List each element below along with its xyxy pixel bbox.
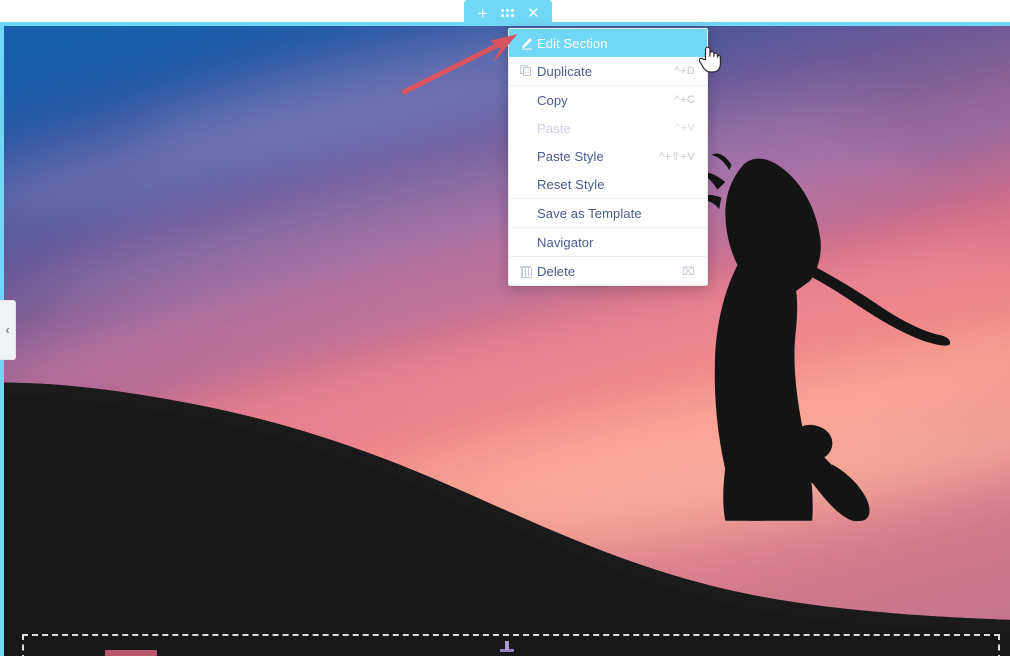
menu-group: Save as Template [509, 199, 707, 228]
menu-item-shortcut: ^+D [674, 65, 695, 77]
menu-group: Delete ⌧ [509, 257, 707, 285]
menu-group: Navigator [509, 228, 707, 257]
menu-item-shortcut: ^+⇧+V [658, 150, 695, 163]
duplicate-icon [520, 65, 537, 77]
section-background-image [4, 26, 1010, 656]
menu-group: Copy ^+C Paste ^+V Paste Style ^+⇧+V Res… [509, 86, 707, 199]
menu-item-duplicate[interactable]: Duplicate ^+D [509, 57, 707, 85]
menu-item-paste: Paste ^+V [509, 114, 707, 142]
menu-item-paste-style[interactable]: Paste Style ^+⇧+V [509, 142, 707, 170]
pencil-icon [520, 37, 537, 50]
menu-item-reset-style[interactable]: Reset Style [509, 170, 707, 198]
section-container[interactable] [0, 22, 1010, 656]
menu-item-delete[interactable]: Delete ⌧ [509, 257, 707, 285]
drag-dots-icon[interactable] [498, 3, 518, 23]
menu-item-shortcut: ^+V [675, 122, 695, 134]
menu-item-label: Paste Style [537, 148, 604, 164]
menu-item-label: Copy [537, 92, 568, 108]
section-toolbar[interactable]: + ✕ [464, 0, 552, 26]
menu-item-label: Paste [537, 120, 571, 136]
menu-item-shortcut: ⌧ [682, 265, 695, 278]
menu-item-label: Navigator [537, 234, 594, 250]
menu-item-copy[interactable]: Copy ^+C [509, 86, 707, 114]
menu-group: Edit Section Duplicate ^+D [509, 29, 707, 86]
trash-icon [520, 265, 537, 278]
editor-canvas-root: ‹ + ✕ Edit Section Duplicate ^+D Copy ^+… [0, 0, 1010, 656]
hill-silhouette [4, 267, 1010, 656]
menu-item-navigator[interactable]: Navigator [509, 228, 707, 256]
menu-item-edit-section[interactable]: Edit Section [509, 29, 707, 57]
menu-item-label: Duplicate [537, 63, 593, 79]
panel-collapse-tab[interactable]: ‹ [0, 300, 16, 360]
menu-item-label: Reset Style [537, 176, 605, 192]
bottom-accent-bar [105, 650, 157, 656]
menu-item-label: Delete [537, 263, 576, 279]
menu-item-shortcut: ^+C [674, 94, 695, 106]
section-context-menu[interactable]: Edit Section Duplicate ^+D Copy ^+C Past… [508, 28, 708, 286]
widget-drag-handle[interactable] [498, 640, 516, 656]
close-icon[interactable]: ✕ [523, 3, 543, 23]
chevron-left-icon: ‹ [5, 323, 10, 337]
menu-item-save-as-template[interactable]: Save as Template [509, 199, 707, 227]
plus-icon[interactable]: + [473, 3, 493, 23]
menu-item-label: Save as Template [537, 205, 642, 221]
menu-item-label: Edit Section [537, 35, 608, 51]
